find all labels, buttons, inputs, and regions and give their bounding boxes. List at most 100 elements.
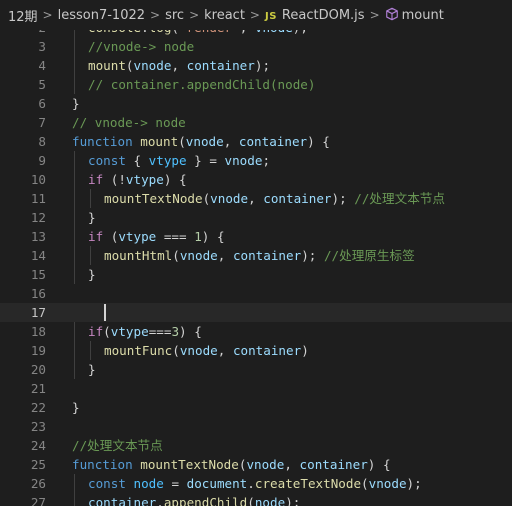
code-token: ( — [178, 134, 186, 149]
indent-guide — [74, 189, 75, 208]
line-number: 7 — [38, 115, 46, 130]
code-line[interactable]: 20} — [0, 360, 512, 379]
code-line[interactable]: 11 mountTextNode(vnode, container); //处理文… — [0, 189, 512, 208]
breadcrumb-item-file[interactable]: JS ReactDOM.js — [265, 8, 365, 23]
code-token: === — [148, 324, 172, 339]
code-token: //处理文本节点 — [72, 438, 163, 453]
code-line[interactable]: 23 — [0, 417, 512, 436]
code-line[interactable]: 10 if (!vtype) { — [0, 170, 512, 189]
code-line[interactable]: 6} — [0, 94, 512, 113]
breadcrumb-item-symbol[interactable]: mount — [385, 7, 444, 23]
code-token: //vnode-> node — [88, 39, 195, 54]
indent-guide — [74, 341, 75, 360]
code-line[interactable]: 27 container.appendChild(node); — [0, 493, 512, 506]
code-line[interactable]: 25 function mountTextNode(vnode, containe… — [0, 455, 512, 474]
code-line[interactable]: 26 const node = document.createTextNode(v… — [0, 474, 512, 493]
code-line[interactable]: 21 — [0, 379, 512, 398]
code-line[interactable]: 9 const { vtype } = vnode; — [0, 151, 512, 170]
line-number: 9 — [38, 153, 46, 168]
code-line[interactable]: 22} — [0, 398, 512, 417]
code-token: } — [72, 96, 80, 111]
code-line[interactable]: 13 if (vtype === 1) { — [0, 227, 512, 246]
code-line[interactable]: 19 mountFunc(vnode, container) — [0, 341, 512, 360]
code-token: container — [88, 495, 157, 506]
code-token: ); — [331, 191, 355, 206]
code-text: if(vtype===3) { — [88, 322, 202, 341]
code-text: const node = document.createTextNode(vno… — [88, 474, 422, 493]
code-token: vnode — [185, 134, 224, 149]
breadcrumb-item-project[interactable]: lesson7-1022 — [58, 8, 145, 23]
code-token: document — [186, 476, 248, 491]
code-editor[interactable]: 2console.log("render", vnode);3//vnode->… — [0, 0, 512, 506]
code-line[interactable]: 12} — [0, 208, 512, 227]
line-number: 21 — [30, 381, 46, 396]
line-number: 27 — [30, 495, 46, 506]
indent-guide — [74, 208, 75, 227]
line-number: 26 — [30, 476, 46, 491]
code-token: container — [238, 134, 308, 149]
code-token: = — [163, 476, 187, 491]
chevron-right-icon: > — [189, 8, 200, 22]
breadcrumb-item-term[interactable]: 12期 — [8, 6, 38, 25]
line-number: 17 — [30, 305, 46, 320]
code-text: if (vtype === 1) { — [88, 227, 225, 246]
line-number: 11 — [30, 191, 46, 206]
code-token: // vnode-> node — [72, 115, 186, 130]
code-token: vnode — [179, 343, 218, 358]
line-number: 23 — [30, 419, 46, 434]
indent-guide — [74, 75, 75, 94]
code-token: vnode — [179, 248, 218, 263]
code-line[interactable]: 5 // container.appendChild(node) — [0, 75, 512, 94]
code-token: container — [186, 58, 255, 73]
code-token: container — [299, 457, 368, 472]
code-line[interactable]: 14 mountHtml(vnode, container); //处理原生标签 — [0, 246, 512, 265]
code-token: ( — [247, 495, 255, 506]
breadcrumb-item-src[interactable]: src — [165, 8, 184, 23]
code-line[interactable]: 15} — [0, 265, 512, 284]
code-token: vnode — [368, 476, 407, 491]
code-token: 3 — [171, 324, 180, 339]
line-number: 13 — [30, 229, 46, 244]
code-token: if — [88, 324, 104, 339]
code-token: node — [254, 495, 286, 506]
code-token: //处理原生标签 — [323, 248, 415, 263]
code-token: . — [156, 495, 164, 506]
code-token: ) — [301, 343, 309, 358]
code-text: function mount(vnode, container) { — [72, 132, 330, 151]
code-token: function — [72, 134, 133, 149]
code-text: container.appendChild(node); — [88, 493, 300, 506]
code-text: } — [72, 94, 80, 113]
code-line[interactable]: 24 //处理文本节点 — [0, 436, 512, 455]
code-token: if — [88, 229, 104, 244]
code-token: mountHtml — [104, 248, 173, 263]
code-token: } — [88, 267, 96, 282]
javascript-file-icon: JS — [264, 10, 277, 22]
code-line[interactable]: 16 — [0, 284, 512, 303]
code-token: , — [223, 134, 239, 149]
breadcrumb-symbol-label: mount — [401, 8, 444, 23]
breadcrumb-item-kreact[interactable]: kreact — [204, 8, 245, 23]
code-token: } — [88, 362, 96, 377]
line-number: 24 — [30, 438, 46, 453]
code-text: } — [72, 398, 80, 417]
code-line[interactable]: 3 //vnode-> node — [0, 37, 512, 56]
line-number: 5 — [38, 77, 46, 92]
code-text: // vnode-> node — [72, 113, 186, 132]
code-token: ) { — [307, 134, 330, 149]
code-text: } — [88, 208, 96, 227]
code-token: ) { — [179, 324, 202, 339]
code-token: ( — [125, 58, 134, 73]
code-text: //处理文本节点 — [72, 436, 163, 455]
code-token: } — [88, 210, 96, 225]
code-line[interactable]: 18 if(vtype===3) { — [0, 322, 512, 341]
code-token: . — [247, 476, 255, 491]
code-line[interactable]: 8 function mount(vnode, container) { — [0, 132, 512, 151]
code-line[interactable]: 7 // vnode-> node — [0, 113, 512, 132]
code-token: ( — [103, 229, 119, 244]
code-line[interactable]: 4 mount(vnode, container); — [0, 56, 512, 75]
indent-guide — [90, 341, 91, 360]
code-line[interactable]: 17 — [0, 303, 512, 322]
line-number: 14 — [30, 248, 46, 263]
line-number: 19 — [30, 343, 46, 358]
code-token: vtype — [125, 172, 164, 187]
